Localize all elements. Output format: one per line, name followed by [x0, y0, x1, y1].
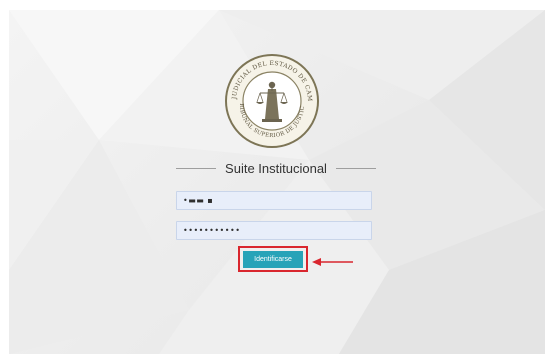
username-input[interactable]: •▬▬ ▪	[176, 191, 372, 210]
password-input[interactable]: •••••••••••	[176, 221, 372, 240]
title-divider-left	[176, 167, 216, 169]
tribunal-seal-icon: PODER JUDICIAL DEL ESTADO DE CAMPECHE TR…	[224, 53, 319, 148]
title-divider-right	[336, 167, 376, 169]
red-arrow-icon	[312, 258, 353, 266]
title-row: Suite Institucional	[176, 158, 376, 178]
login-button[interactable]: Identificarse	[243, 251, 303, 268]
page-title: Suite Institucional	[225, 160, 327, 176]
